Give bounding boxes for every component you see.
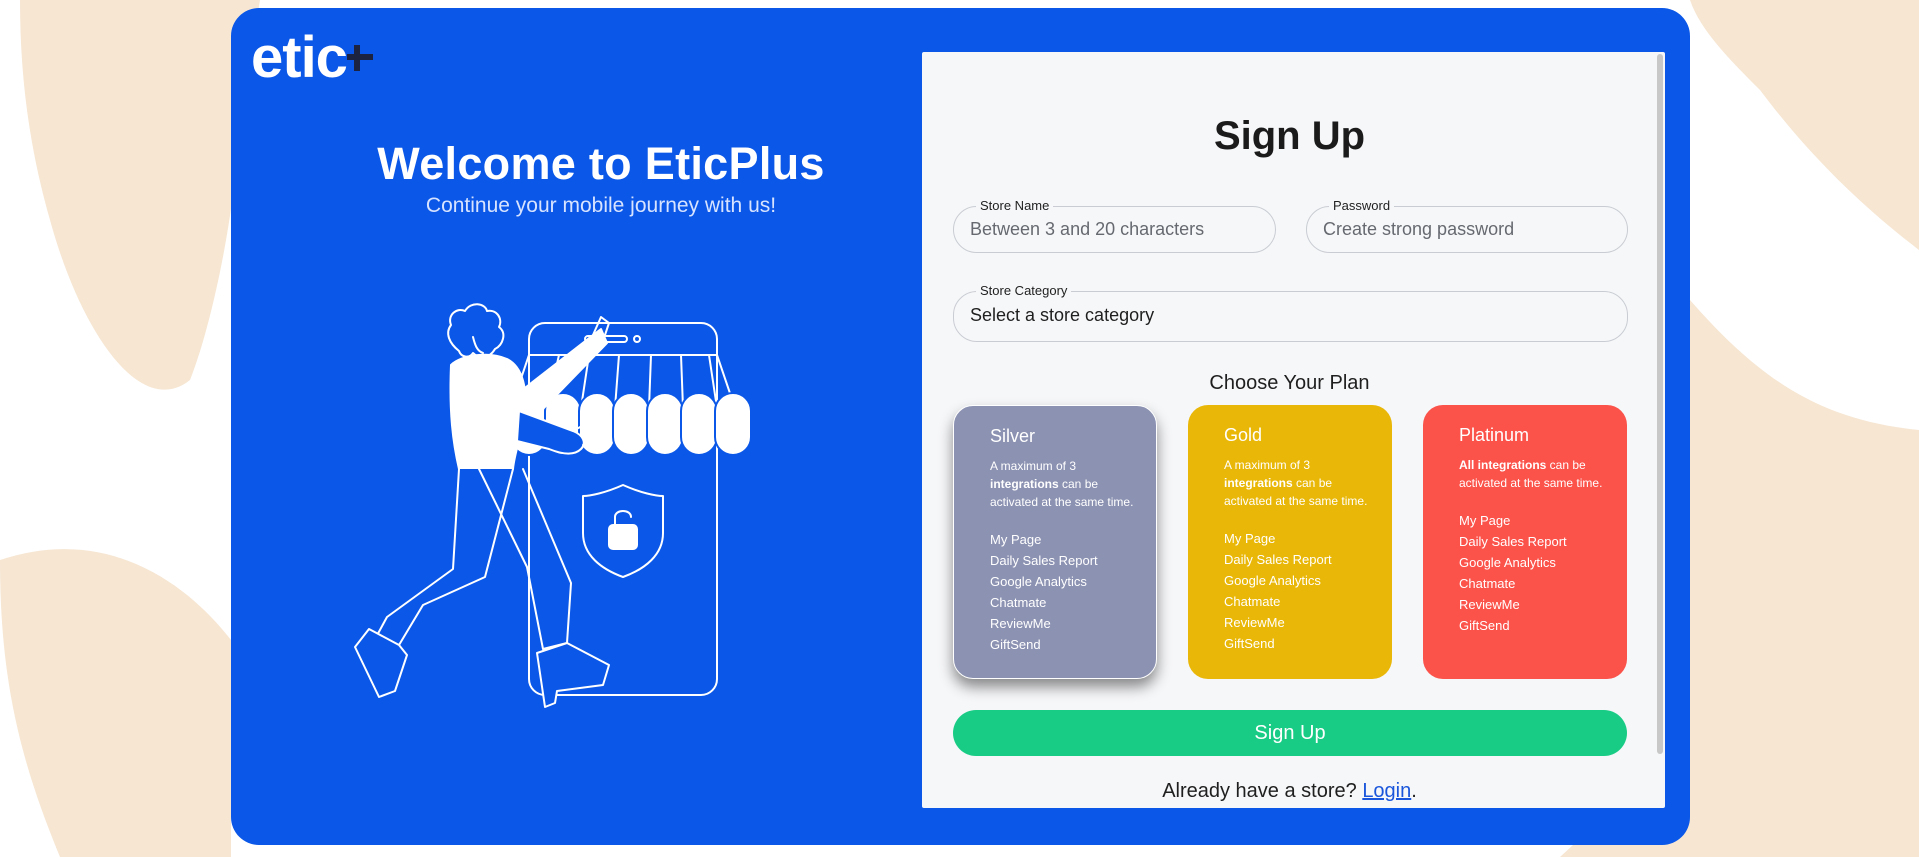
login-link[interactable]: Login	[1362, 780, 1411, 802]
plan-feature: ReviewMe	[990, 616, 1051, 631]
plus-icon	[346, 45, 373, 71]
plan-feature: Daily Sales Report	[1224, 552, 1332, 567]
welcome-title: Welcome to EticPlus	[377, 138, 825, 189]
store-name-label: Store Name	[976, 198, 1054, 213]
scrollbar[interactable]	[1657, 54, 1663, 754]
store-name-field: Store Name	[953, 198, 1276, 253]
plan-feature: ReviewMe	[1224, 615, 1285, 630]
plan-name: Silver	[990, 426, 1036, 446]
plan-feature: GiftSend	[1459, 618, 1510, 633]
plan-name: Platinum	[1459, 425, 1530, 445]
plan-feature: Chatmate	[1459, 576, 1516, 591]
password-input[interactable]	[1323, 219, 1611, 240]
plan-feature: Google Analytics	[1224, 573, 1321, 588]
plan-feature: Google Analytics	[990, 574, 1087, 589]
plan-card-gold[interactable]: Gold A maximum of 3 integrations can be …	[1188, 405, 1392, 679]
plan-feature: Chatmate	[990, 595, 1047, 610]
plan-description: A maximum of 3 integrations can be activ…	[1224, 458, 1368, 508]
plan-description: All integrations can be activated at the…	[1459, 458, 1603, 490]
welcome-subtitle: Continue your mobile journey with us!	[425, 194, 777, 217]
plan-feature: My Page	[990, 532, 1042, 547]
plan-feature: Daily Sales Report	[1459, 534, 1567, 549]
plan-feature: ReviewMe	[1459, 597, 1520, 612]
store-category-label: Store Category	[976, 283, 1072, 298]
welcome-section: Welcome to EticPlus Continue your mobile…	[231, 138, 971, 218]
store-illustration	[354, 303, 752, 708]
plan-feature: My Page	[1224, 531, 1276, 546]
logo-text: etic	[251, 25, 348, 90]
login-suffix: .	[1411, 780, 1417, 802]
plan-feature: Google Analytics	[1459, 555, 1556, 570]
plan-card-silver[interactable]: Silver A maximum of 3 integrations can b…	[953, 405, 1157, 679]
plan-description: A maximum of 3 integrations can be activ…	[990, 459, 1134, 509]
signup-form: Sign Up Store Name Password Store Catego…	[922, 52, 1665, 808]
logo: etic	[251, 25, 375, 90]
signup-button[interactable]: Sign Up	[953, 710, 1627, 756]
signup-card: etic Welcome to EticPlus Continue your m…	[231, 8, 1690, 845]
password-label: Password	[1329, 198, 1395, 213]
plan-feature: GiftSend	[1224, 636, 1275, 651]
plan-feature: Daily Sales Report	[990, 553, 1098, 568]
plan-feature: Chatmate	[1224, 594, 1281, 609]
store-category-value: Select a store category	[970, 305, 1155, 325]
store-name-input[interactable]	[970, 219, 1259, 240]
plan-heading: Choose Your Plan	[1209, 372, 1370, 394]
login-prompt: Already have a store? Login.	[922, 780, 1657, 803]
login-prompt-text: Already have a store?	[1162, 780, 1363, 802]
plan-feature: GiftSend	[990, 637, 1041, 652]
store-category-select[interactable]: Store Category Select a store category	[953, 283, 1628, 342]
plan-name: Gold	[1224, 425, 1263, 445]
plan-card-platinum[interactable]: Platinum All integrations can be activat…	[1423, 405, 1627, 679]
password-field: Password	[1306, 198, 1628, 253]
form-title: Sign Up	[1213, 114, 1366, 158]
plan-feature: My Page	[1459, 513, 1511, 528]
